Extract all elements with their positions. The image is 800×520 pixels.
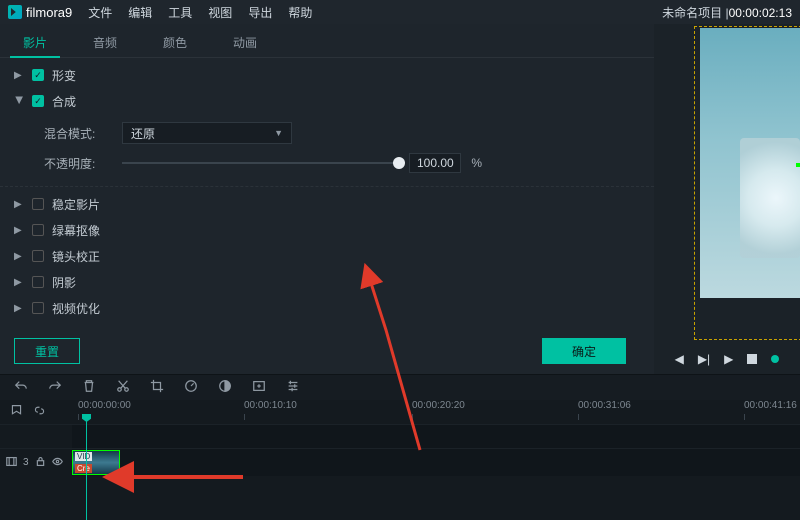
section-greenscreen-label: 绿幕抠像 bbox=[52, 222, 100, 239]
checkbox-greenscreen[interactable] bbox=[32, 224, 44, 236]
app-name: filmora9 bbox=[26, 5, 72, 20]
tab-audio[interactable]: 音频 bbox=[70, 28, 140, 57]
section-lens-label: 镜头校正 bbox=[52, 248, 100, 265]
video-clip[interactable]: VID Cre bbox=[72, 450, 120, 475]
app-logo: filmora9 bbox=[8, 5, 72, 20]
timeline-toolbar bbox=[0, 374, 800, 400]
menu-view[interactable]: 视图 bbox=[208, 4, 232, 21]
crop-icon[interactable] bbox=[150, 379, 164, 396]
undo-icon[interactable] bbox=[14, 379, 28, 396]
opacity-slider[interactable] bbox=[122, 162, 399, 164]
chevron-down-icon: ▼ bbox=[274, 128, 283, 138]
chevron-right-icon: ▶ bbox=[14, 225, 24, 236]
tab-video[interactable]: 影片 bbox=[0, 28, 70, 57]
properties-panel: 影片 音频 颜色 动画 ▶ ✓ 形变 ▶ ✓ 合成 混合模式: 还原 bbox=[0, 24, 654, 374]
section-shadow-label: 阴影 bbox=[52, 274, 76, 291]
blend-mode-label: 混合模式: bbox=[44, 125, 108, 142]
section-lens[interactable]: ▶ 镜头校正 bbox=[0, 243, 654, 269]
checkbox-optimize[interactable] bbox=[32, 302, 44, 314]
tab-color[interactable]: 颜色 bbox=[140, 28, 210, 57]
section-composite-label: 合成 bbox=[52, 93, 76, 110]
composite-subpanel: 混合模式: 还原 ▼ 不透明度: 100.00 % bbox=[0, 114, 654, 187]
checkbox-composite[interactable]: ✓ bbox=[32, 95, 44, 107]
lock-icon[interactable] bbox=[35, 456, 46, 470]
section-transform-label: 形变 bbox=[52, 67, 76, 84]
section-optimize-label: 视频优化 bbox=[52, 300, 100, 317]
chevron-right-icon: ▶ bbox=[14, 277, 24, 288]
adjust-icon[interactable] bbox=[286, 379, 300, 396]
ruler-tick: 00:00:31:06 bbox=[578, 400, 631, 411]
logo-icon bbox=[8, 5, 22, 19]
cut-icon[interactable] bbox=[116, 379, 130, 396]
clip-label-bottom: Cre bbox=[75, 464, 92, 473]
ruler-tick: 00:00:10:10 bbox=[244, 400, 297, 411]
color-icon[interactable] bbox=[218, 379, 232, 396]
track-lane[interactable]: VID Cre bbox=[72, 449, 800, 476]
timeline: 00:00:00:00 00:00:10:10 00:00:20:20 00:0… bbox=[0, 400, 800, 520]
export-icon[interactable] bbox=[252, 379, 266, 396]
project-title: 未命名项目 |00:00:02:13 bbox=[662, 4, 792, 21]
chevron-right-icon: ▶ bbox=[14, 251, 24, 262]
eye-icon[interactable] bbox=[52, 456, 63, 470]
checkbox-stabilize[interactable] bbox=[32, 198, 44, 210]
menu-edit[interactable]: 编辑 bbox=[128, 4, 152, 21]
track-header: 3 bbox=[0, 449, 72, 476]
step-back-button[interactable]: ▶| bbox=[698, 352, 710, 366]
menu-export[interactable]: 导出 bbox=[248, 4, 272, 21]
opacity-unit: % bbox=[471, 156, 482, 170]
track-index: 3 bbox=[23, 457, 29, 468]
marker-icon[interactable] bbox=[10, 404, 23, 420]
video-track: 3 VID Cre bbox=[0, 448, 800, 476]
stop-button[interactable] bbox=[747, 354, 757, 364]
section-transform[interactable]: ▶ ✓ 形变 bbox=[0, 62, 654, 88]
transport-controls: ◀ ▶| ▶ bbox=[654, 352, 800, 366]
record-indicator[interactable] bbox=[771, 355, 779, 363]
chevron-right-icon: ▶ bbox=[14, 199, 24, 210]
checkbox-lens[interactable] bbox=[32, 250, 44, 262]
checkbox-transform[interactable]: ✓ bbox=[32, 69, 44, 81]
delete-icon[interactable] bbox=[82, 379, 96, 396]
section-shadow[interactable]: ▶ 阴影 bbox=[0, 269, 654, 295]
preview-panel: ◀ ▶| ▶ bbox=[654, 24, 800, 374]
checkbox-shadow[interactable] bbox=[32, 276, 44, 288]
section-stabilize[interactable]: ▶ 稳定影片 bbox=[0, 191, 654, 217]
ruler-tick: 00:00:00:00 bbox=[78, 400, 131, 411]
tab-motion[interactable]: 动画 bbox=[210, 28, 280, 57]
property-tabs: 影片 音频 颜色 动画 bbox=[0, 28, 654, 58]
chevron-down-icon: ▶ bbox=[14, 96, 25, 106]
preview-handle[interactable] bbox=[796, 163, 800, 167]
menubar: filmora9 文件 编辑 工具 视图 导出 帮助 未命名项目 |00:00:… bbox=[0, 0, 800, 24]
link-icon[interactable] bbox=[33, 404, 46, 420]
opacity-slider-thumb[interactable] bbox=[393, 157, 405, 169]
ok-button[interactable]: 确定 bbox=[542, 338, 626, 364]
ruler-tick: 00:00:20:20 bbox=[412, 400, 465, 411]
section-greenscreen[interactable]: ▶ 绿幕抠像 bbox=[0, 217, 654, 243]
ruler-tick: 00:00:41:16 bbox=[744, 400, 797, 411]
film-icon bbox=[6, 456, 17, 470]
menu-tools[interactable]: 工具 bbox=[168, 4, 192, 21]
timeline-ruler[interactable]: 00:00:00:00 00:00:10:10 00:00:20:20 00:0… bbox=[72, 400, 800, 424]
section-stabilize-label: 稳定影片 bbox=[52, 196, 100, 213]
clip-label-top: VID bbox=[75, 452, 92, 461]
chevron-right-icon: ▶ bbox=[14, 70, 24, 81]
section-composite[interactable]: ▶ ✓ 合成 bbox=[0, 88, 654, 114]
chevron-right-icon: ▶ bbox=[14, 303, 24, 314]
reset-button[interactable]: 重置 bbox=[14, 338, 80, 364]
preview-viewport[interactable] bbox=[700, 28, 800, 298]
menu-file[interactable]: 文件 bbox=[88, 4, 112, 21]
speed-icon[interactable] bbox=[184, 379, 198, 396]
section-optimize[interactable]: ▶ 视频优化 bbox=[0, 295, 654, 321]
opacity-label: 不透明度: bbox=[44, 155, 108, 172]
prev-frame-button[interactable]: ◀ bbox=[675, 352, 684, 366]
menu-help[interactable]: 帮助 bbox=[288, 4, 312, 21]
redo-icon[interactable] bbox=[48, 379, 62, 396]
blend-mode-dropdown[interactable]: 还原 ▼ bbox=[122, 122, 292, 144]
play-button[interactable]: ▶ bbox=[724, 352, 733, 366]
blend-mode-value: 还原 bbox=[131, 125, 155, 142]
opacity-value-field[interactable]: 100.00 bbox=[409, 153, 461, 173]
